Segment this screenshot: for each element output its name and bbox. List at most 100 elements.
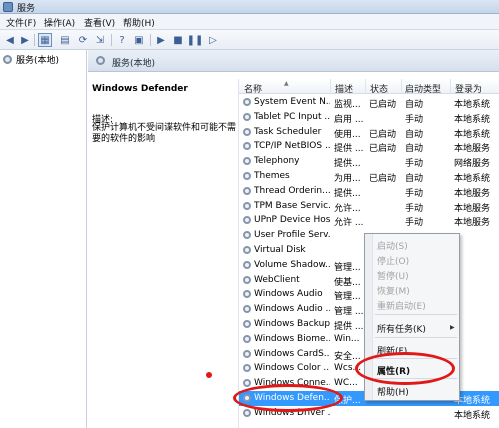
service-gear-icon — [243, 334, 251, 343]
column-header-name[interactable]: 名称 — [244, 82, 262, 95]
title-bar: 服务 — [0, 0, 499, 14]
table-row[interactable]: Task Scheduler 使用... 已启动 自动 本地系统 — [239, 125, 499, 140]
menu-view[interactable]: 查看(V) — [84, 16, 115, 29]
tree-node-label: 服务(本地) — [16, 55, 60, 66]
column-header-status[interactable]: 状态 — [370, 82, 388, 95]
context-menu-separator — [375, 314, 457, 315]
stop-icon[interactable]: ■ — [171, 33, 185, 47]
menu-help[interactable]: 帮助(H) — [123, 16, 155, 29]
annotation-ellipse-defender — [233, 384, 343, 412]
context-menu-restart: 重新启动(E) — [377, 302, 426, 312]
context-menu-help[interactable]: 帮助(H) — [377, 385, 409, 398]
column-separator — [365, 79, 366, 94]
refresh-icon[interactable]: ⟳ — [76, 33, 90, 47]
service-name-cell: Thread Orderin... — [254, 185, 330, 196]
service-description-cell: 启用 ... — [334, 114, 364, 125]
sort-arrow-icon: ▲ — [284, 80, 289, 87]
service-description-cell: Win... — [334, 333, 360, 344]
table-row[interactable]: Thread Orderin... 提供... 手动 本地服务 — [239, 184, 499, 199]
service-gear-icon — [243, 260, 251, 269]
service-gear-icon — [243, 216, 251, 225]
play-icon[interactable]: ▶ — [154, 33, 168, 47]
table-row[interactable]: TCP/IP NetBIOS ... 提供 ... 已启动 自动 本地服务 — [239, 139, 499, 154]
table-row[interactable]: System Event N... 监视... 已启动 自动 本地系统 — [239, 95, 499, 110]
service-gear-icon — [243, 320, 251, 328]
table-row[interactable]: TPM Base Servic... 允许... 手动 本地服务 — [239, 199, 499, 214]
service-description-cell: 使用... — [334, 129, 361, 140]
menu-file[interactable]: 文件(F) — [6, 16, 36, 29]
service-startup-cell: 手动 — [405, 114, 424, 125]
service-gear-icon — [243, 275, 251, 284]
gear-icon — [96, 56, 105, 65]
service-logon-cell: 本地服务 — [454, 203, 491, 214]
service-startup-cell: 自动 — [405, 129, 424, 140]
service-description-cell: 管理 ... — [334, 307, 364, 318]
selected-service-name: Windows Defender — [92, 84, 188, 94]
column-separator — [401, 79, 402, 94]
view-icon[interactable]: ▣ — [132, 33, 146, 47]
service-logon-cell: 本地系统 — [454, 114, 491, 125]
service-gear-icon — [243, 290, 251, 299]
pause-icon[interactable]: ❚❚ — [187, 33, 204, 47]
context-menu-stop: 停止(O) — [377, 257, 410, 267]
console-tree: 服务(本地) — [0, 50, 87, 428]
service-name-cell: Windows Backup — [254, 319, 330, 329]
gear-icon — [3, 54, 12, 64]
table-row[interactable]: Tablet PC Input ... 启用 ... 手动 本地系统 — [239, 110, 499, 125]
service-description-cell: 允许 ... — [334, 218, 364, 229]
service-name-cell: Windows Audio — [254, 289, 323, 300]
service-startup-cell: 手动 — [405, 203, 424, 214]
service-name-cell: System Event N... — [254, 97, 330, 107]
export-list-icon[interactable]: ⇲ — [93, 33, 107, 47]
forward-arrow-icon[interactable]: ▶ — [18, 33, 32, 47]
column-header-startup-type[interactable]: 启动类型 — [405, 82, 441, 95]
service-description-cell: 允许... — [334, 203, 361, 214]
column-separator — [450, 79, 451, 94]
console-tree-icon[interactable]: ▦ — [38, 33, 52, 47]
service-gear-icon — [243, 186, 251, 195]
tree-node-services-local[interactable]: 服务(本地) — [3, 53, 60, 66]
service-startup-cell: 手动 — [405, 188, 424, 199]
service-name-cell: Tablet PC Input ... — [254, 111, 330, 122]
service-name-cell: Virtual Disk — [254, 245, 306, 255]
service-description-cell: 使基... — [334, 277, 361, 288]
service-logon-cell: 本地系统 — [454, 129, 491, 140]
service-gear-icon — [243, 379, 251, 388]
service-logon-cell: 本地服务 — [454, 218, 491, 229]
service-name-cell: TCP/IP NetBIOS ... — [254, 141, 330, 152]
service-status-cell: 已启动 — [369, 129, 397, 140]
service-gear-icon — [243, 127, 251, 136]
services-app-icon — [3, 2, 13, 12]
column-header-logon-as[interactable]: 登录为 — [455, 82, 482, 95]
service-description-cell: 提供 ... — [334, 322, 364, 332]
service-gear-icon — [243, 364, 251, 373]
service-gear-icon — [243, 246, 251, 254]
service-gear-icon — [243, 349, 251, 358]
submenu-arrow-icon: ▶ — [450, 324, 455, 331]
service-name-cell: User Profile Serv... — [254, 230, 330, 241]
main-header: 服务(本地) — [88, 50, 499, 72]
service-name-cell: Themes — [254, 171, 290, 181]
service-description-cell: WC... — [334, 378, 358, 389]
table-row[interactable]: Telephony 提供... 手动 网络服务 — [239, 154, 499, 169]
service-name-cell: Telephony — [254, 156, 300, 167]
help-icon[interactable]: ? — [115, 33, 129, 47]
context-menu-all-tasks[interactable]: 所有任务(K) — [377, 322, 426, 335]
service-status-cell: 已启动 — [369, 144, 397, 155]
context-menu-pause: 暂停(U) — [377, 272, 409, 282]
restart-icon[interactable]: ▷ — [206, 33, 220, 47]
properties-sheet-icon[interactable]: ▤ — [58, 33, 72, 47]
service-gear-icon — [243, 201, 251, 210]
menu-action[interactable]: 操作(A) — [44, 16, 75, 29]
column-header-description[interactable]: 描述 — [335, 82, 353, 95]
description-text: 保护计算机不受间谍软件和可能不需要的软件的影响 — [92, 123, 237, 144]
service-description-cell: 监视... — [334, 100, 361, 110]
service-name-cell: Windows Audio ... — [254, 304, 330, 315]
annotation-dot — [206, 372, 212, 378]
service-logon-cell: 本地系统 — [454, 174, 491, 184]
service-name-cell: TPM Base Servic... — [254, 200, 330, 211]
service-logon-cell: 本地系统 — [454, 100, 491, 110]
table-row[interactable]: Themes 为用... 已启动 自动 本地系统 — [239, 169, 499, 184]
table-row[interactable]: UPnP Device Host 允许 ... 手动 本地服务 — [239, 213, 499, 228]
back-arrow-icon[interactable]: ◀ — [3, 33, 17, 47]
